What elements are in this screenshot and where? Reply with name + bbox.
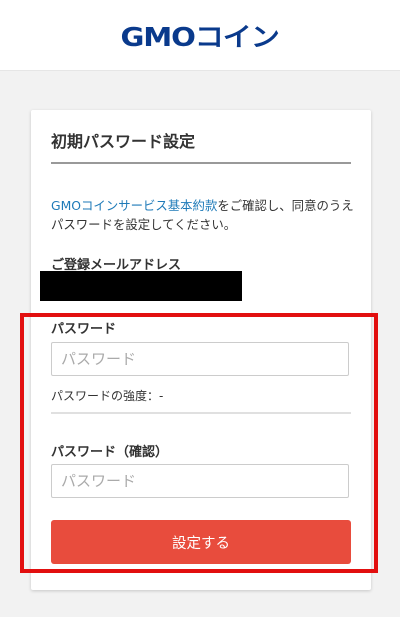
- password-input[interactable]: [51, 342, 349, 376]
- password-strength: パスワードの強度：-: [51, 389, 164, 403]
- strength-divider: [51, 412, 351, 414]
- submit-button[interactable]: 設定する: [51, 520, 351, 564]
- gmo-coin-logo[interactable]: GMOコイン: [121, 17, 280, 54]
- redacted-email: [40, 271, 242, 301]
- password-setup-card: 初期パスワード設定 GMOコインサービス基本約款をご確認し、同意のうえパスワード…: [31, 110, 371, 590]
- confirm-password-input[interactable]: [51, 464, 349, 498]
- terms-link[interactable]: GMOコインサービス基本約款: [51, 198, 217, 213]
- intro-text: GMOコインサービス基本約款をご確認し、同意のうえパスワードを設定してください。: [51, 196, 354, 234]
- password-label: パスワード: [51, 322, 117, 337]
- page-title: 初期パスワード設定: [51, 128, 351, 164]
- confirm-password-label: パスワード（確認）: [51, 445, 169, 460]
- site-header: GMOコイン: [0, 0, 400, 71]
